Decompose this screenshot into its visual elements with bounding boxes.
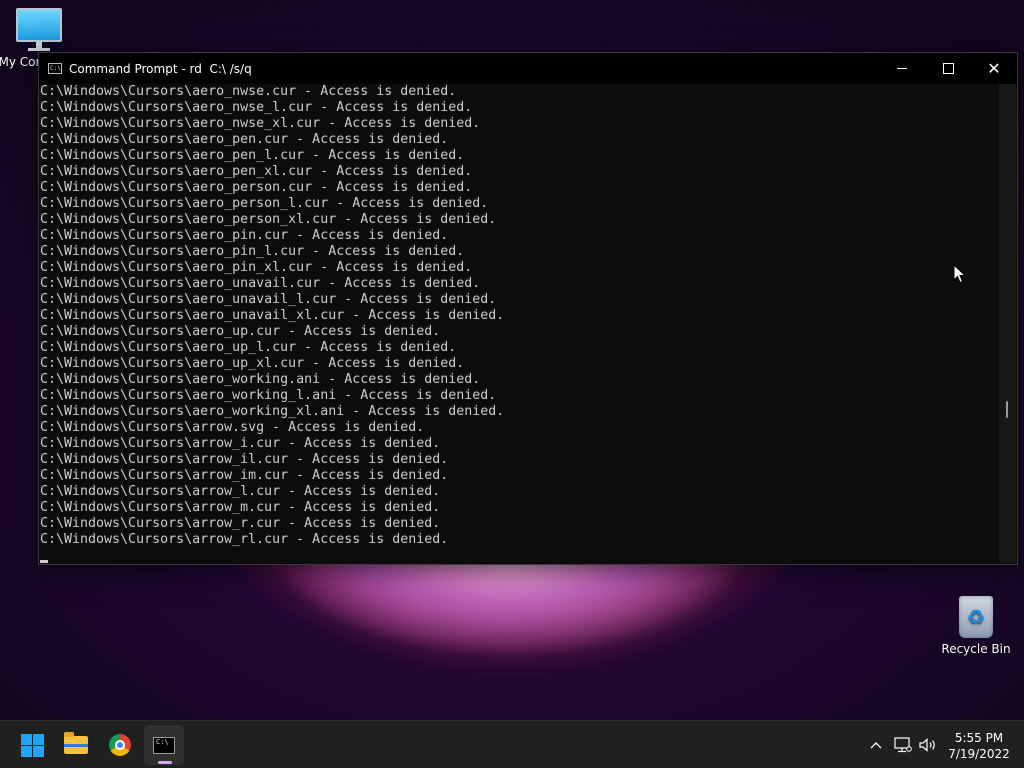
chevron-up-icon bbox=[870, 742, 882, 749]
console-lines: C:\Windows\Cursors\aero_nwse.cur - Acces… bbox=[40, 84, 504, 548]
console-line: C:\Windows\Cursors\aero_pen_xl.cur - Acc… bbox=[40, 164, 473, 179]
console-line: C:\Windows\Cursors\arrow_i.cur - Access … bbox=[40, 436, 441, 451]
clock-date: 7/19/2022 bbox=[948, 747, 1010, 761]
clock[interactable]: 5:55 PM 7/19/2022 bbox=[944, 730, 1014, 762]
vertical-scrollbar[interactable] bbox=[999, 84, 1016, 563]
minimize-button[interactable] bbox=[879, 53, 925, 84]
maximize-button[interactable] bbox=[925, 53, 971, 84]
console-line: C:\Windows\Cursors\arrow_il.cur - Access… bbox=[40, 452, 449, 467]
console-line: C:\Windows\Cursors\arrow_l.cur - Access … bbox=[40, 484, 441, 499]
folder-icon bbox=[64, 732, 88, 754]
chrome-button[interactable] bbox=[100, 725, 140, 765]
console-line: C:\Windows\Cursors\aero_nwse_xl.cur - Ac… bbox=[40, 116, 481, 131]
windows-logo-icon bbox=[20, 733, 44, 757]
console-output[interactable]: C:\Windows\Cursors\aero_nwse.cur - Acces… bbox=[39, 84, 999, 564]
console-line: C:\Windows\Cursors\aero_person.cur - Acc… bbox=[40, 180, 473, 195]
command-prompt-taskbar-button[interactable]: C:\ bbox=[144, 725, 184, 765]
close-icon: ✕ bbox=[987, 58, 1001, 78]
command-prompt-icon: C:\ bbox=[153, 736, 175, 754]
scrollbar-thumb[interactable] bbox=[1006, 401, 1008, 418]
title-bar[interactable]: C:\ Command Prompt - rd C:\ /s/q ✕ bbox=[39, 53, 1017, 84]
console-line: C:\Windows\Cursors\aero_pin_l.cur - Acce… bbox=[40, 244, 465, 259]
window-title: Command Prompt - rd C:\ /s/q bbox=[69, 61, 252, 76]
network-icon bbox=[894, 737, 912, 753]
console-line: C:\Windows\Cursors\aero_up.cur - Access … bbox=[40, 324, 441, 339]
console-line: C:\Windows\Cursors\aero_up_l.cur - Acces… bbox=[40, 340, 457, 355]
console-line: C:\Windows\Cursors\aero_person_l.cur - A… bbox=[40, 196, 489, 211]
console-line: C:\Windows\Cursors\arrow_m.cur - Access … bbox=[40, 500, 441, 515]
console-line: C:\Windows\Cursors\aero_pin_xl.cur - Acc… bbox=[40, 260, 473, 275]
mouse-pointer-icon bbox=[953, 264, 967, 284]
console-line: C:\Windows\Cursors\arrow_rl.cur - Access… bbox=[40, 532, 449, 547]
console-line: C:\Windows\Cursors\aero_pen.cur - Access… bbox=[40, 132, 449, 147]
show-hidden-icons-button[interactable] bbox=[866, 721, 886, 768]
console-line: C:\Windows\Cursors\aero_working.ani - Ac… bbox=[40, 372, 481, 387]
console-line: C:\Windows\Cursors\arrow.svg - Access is… bbox=[40, 420, 425, 435]
console-line: C:\Windows\Cursors\aero_working_xl.ani -… bbox=[40, 404, 505, 419]
console-line: C:\Windows\Cursors\arrow_r.cur - Access … bbox=[40, 516, 441, 531]
console-line: C:\Windows\Cursors\aero_unavail_xl.cur -… bbox=[40, 308, 505, 323]
console-line: C:\Windows\Cursors\aero_unavail_l.cur - … bbox=[40, 292, 497, 307]
console-line: C:\Windows\Cursors\aero_pin.cur - Access… bbox=[40, 228, 449, 243]
active-app-indicator bbox=[158, 761, 172, 764]
console-line: C:\Windows\Cursors\aero_working_l.ani - … bbox=[40, 388, 497, 403]
command-prompt-window[interactable]: C:\ Command Prompt - rd C:\ /s/q ✕ C:\Wi… bbox=[38, 52, 1018, 565]
recycle-bin-label: Recycle Bin bbox=[941, 642, 1011, 656]
recycle-bin-desktop-icon[interactable]: ♻ Recycle Bin bbox=[940, 596, 1012, 656]
console-line: C:\Windows\Cursors\aero_pen_l.cur - Acce… bbox=[40, 148, 465, 163]
volume-button[interactable] bbox=[916, 721, 940, 768]
close-button[interactable]: ✕ bbox=[971, 53, 1017, 84]
chrome-icon bbox=[109, 734, 131, 756]
console-line: C:\Windows\Cursors\aero_up_xl.cur - Acce… bbox=[40, 356, 465, 371]
console-line: C:\Windows\Cursors\arrow_im.cur - Access… bbox=[40, 468, 449, 483]
clock-time: 5:55 PM bbox=[954, 731, 1004, 745]
console-line: C:\Windows\Cursors\aero_unavail.cur - Ac… bbox=[40, 276, 481, 291]
file-explorer-button[interactable] bbox=[56, 725, 96, 765]
network-button[interactable] bbox=[892, 721, 914, 768]
text-cursor bbox=[40, 560, 48, 563]
command-prompt-app-icon[interactable]: C:\ bbox=[48, 63, 62, 74]
monitor-icon bbox=[16, 8, 62, 51]
maximize-icon bbox=[942, 63, 954, 74]
speaker-icon bbox=[919, 738, 935, 752]
taskbar: C:\ 5:55 PM 7/19/2022 bbox=[0, 720, 1024, 768]
console-line: C:\Windows\Cursors\aero_nwse.cur - Acces… bbox=[40, 84, 457, 99]
desktop: My Computer ♻ Recycle Bin C:\ Command Pr… bbox=[0, 0, 1024, 768]
start-button[interactable] bbox=[12, 725, 52, 765]
console-line: C:\Windows\Cursors\aero_person_xl.cur - … bbox=[40, 212, 497, 227]
recycle-bin-icon: ♻ bbox=[959, 596, 993, 638]
minimize-icon bbox=[897, 68, 907, 69]
console-line: C:\Windows\Cursors\aero_nwse_l.cur - Acc… bbox=[40, 100, 473, 115]
